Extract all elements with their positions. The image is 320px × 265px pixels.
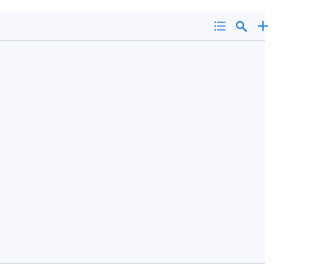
main-panel: s xyxy=(0,12,268,263)
toolbar: s xyxy=(0,12,268,41)
search-button[interactable] xyxy=(233,18,249,34)
add-button[interactable] xyxy=(255,18,271,34)
list-view-button[interactable] xyxy=(212,18,228,34)
plus-icon xyxy=(258,21,268,31)
bottom-divider xyxy=(0,263,265,264)
top-strip xyxy=(0,0,265,12)
search-icon xyxy=(235,20,247,32)
content-area xyxy=(0,41,265,263)
list-icon xyxy=(214,21,226,31)
app-window: s xyxy=(0,0,268,265)
